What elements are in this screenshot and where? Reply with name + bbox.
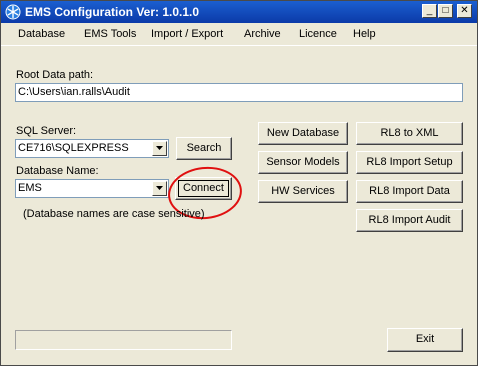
app-snowflake-icon bbox=[5, 4, 21, 20]
rl8-import-setup-button[interactable]: RL8 Import Setup bbox=[356, 151, 463, 174]
new-database-button[interactable]: New Database bbox=[258, 122, 348, 145]
sql-server-label: SQL Server: bbox=[16, 125, 77, 137]
database-name-combobox[interactable]: EMS bbox=[15, 179, 169, 198]
search-button[interactable]: Search bbox=[176, 137, 232, 160]
database-name-value: EMS bbox=[18, 182, 42, 194]
maximize-button[interactable]: □ bbox=[438, 4, 453, 18]
menu-database[interactable]: Database bbox=[18, 27, 65, 41]
root-data-path-field[interactable]: C:\Users\ian.ralls\Audit bbox=[15, 83, 463, 102]
window-title: EMS Configuration Ver: 1.0.1.0 bbox=[25, 5, 200, 19]
hw-services-button[interactable]: HW Services bbox=[258, 180, 348, 203]
exit-button[interactable]: Exit bbox=[387, 328, 463, 352]
menu-licence[interactable]: Licence bbox=[299, 27, 337, 41]
sql-server-combobox[interactable]: CE716\SQLEXPRESS bbox=[15, 139, 169, 158]
minimize-button[interactable]: _ bbox=[422, 4, 437, 18]
rl8-import-data-button[interactable]: RL8 Import Data bbox=[356, 180, 463, 203]
rl8-import-audit-button[interactable]: RL8 Import Audit bbox=[356, 209, 463, 232]
progress-bar bbox=[15, 330, 232, 350]
rl8-to-xml-button[interactable]: RL8 to XML bbox=[356, 122, 463, 145]
menu-bar: Database EMS Tools Import / Export Archi… bbox=[1, 23, 477, 45]
chevron-down-icon[interactable] bbox=[152, 181, 167, 196]
sql-server-value: CE716\SQLEXPRESS bbox=[18, 142, 129, 154]
menu-help[interactable]: Help bbox=[353, 27, 376, 41]
case-sensitive-note: (Database names are case sensitive) bbox=[23, 208, 205, 220]
app-window: EMS Configuration Ver: 1.0.1.0 _ □ ✕ Dat… bbox=[0, 0, 478, 366]
chevron-down-icon[interactable] bbox=[152, 141, 167, 156]
menu-ems-tools[interactable]: EMS Tools bbox=[84, 27, 136, 41]
database-name-label: Database Name: bbox=[16, 165, 99, 177]
menu-divider bbox=[1, 45, 477, 46]
menu-import-export[interactable]: Import / Export bbox=[151, 27, 223, 41]
close-button[interactable]: ✕ bbox=[457, 4, 472, 18]
menu-archive[interactable]: Archive bbox=[244, 27, 281, 41]
sensor-models-button[interactable]: Sensor Models bbox=[258, 151, 348, 174]
title-bar[interactable]: EMS Configuration Ver: 1.0.1.0 _ □ ✕ bbox=[1, 1, 477, 23]
root-data-path-label: Root Data path: bbox=[16, 69, 94, 81]
